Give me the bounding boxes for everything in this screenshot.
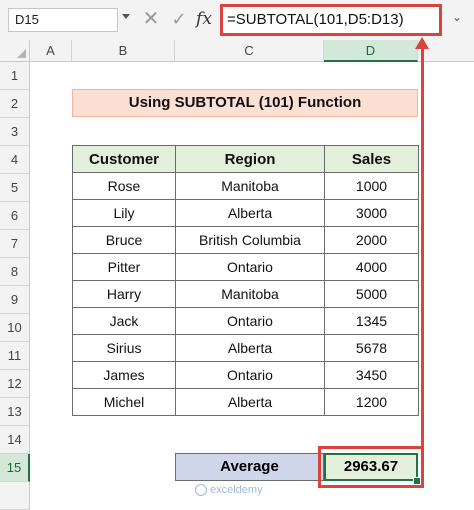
column-header-d[interactable]: D <box>324 40 418 62</box>
select-all-icon <box>17 49 26 58</box>
name-box[interactable]: D15 <box>8 8 118 32</box>
cell-sales[interactable]: 5000 <box>324 280 419 308</box>
table-row: Michel Alberta 1200 <box>72 388 419 416</box>
cell-region[interactable]: Ontario <box>175 253 325 281</box>
header-customer[interactable]: Customer <box>72 145 176 173</box>
cell-sales[interactable]: 3000 <box>324 199 419 227</box>
table-row: Pitter Ontario 4000 <box>72 253 419 281</box>
cell-region[interactable]: Ontario <box>175 307 325 335</box>
cell-region[interactable]: Manitoba <box>175 172 325 200</box>
average-highlight-box <box>318 446 424 488</box>
row-header-3[interactable]: 3 <box>0 118 30 146</box>
cell-sales[interactable]: 1200 <box>324 388 419 416</box>
row-header-5[interactable]: 5 <box>0 174 30 202</box>
cell-region[interactable]: British Columbia <box>175 226 325 254</box>
expand-formula-bar-icon[interactable]: ⌄ <box>452 10 462 24</box>
cell-region[interactable]: Ontario <box>175 361 325 389</box>
cell-customer[interactable]: Lily <box>72 199 176 227</box>
cell-customer[interactable]: Rose <box>72 172 176 200</box>
cell-region[interactable]: Manitoba <box>175 280 325 308</box>
annotation-arrow-line <box>421 40 424 446</box>
formula-bar: D15 ✕ ✓ fx =SUBTOTAL(101,D5:D13) ⌄ <box>0 0 474 41</box>
row-header-10[interactable]: 10 <box>0 314 30 342</box>
table-header-row: Customer Region Sales <box>72 145 419 173</box>
cell-sales[interactable]: 4000 <box>324 253 419 281</box>
header-region[interactable]: Region <box>175 145 325 173</box>
cell-customer[interactable]: Harry <box>72 280 176 308</box>
average-label-cell[interactable]: Average <box>175 453 324 481</box>
row-header-14[interactable]: 14 <box>0 426 30 454</box>
row-header-12[interactable]: 12 <box>0 370 30 398</box>
cell-customer[interactable]: Jack <box>72 307 176 335</box>
column-header-c[interactable]: C <box>175 40 324 62</box>
table-row: Harry Manitoba 5000 <box>72 280 419 308</box>
row-header-16[interactable] <box>0 482 30 510</box>
watermark: exceldemy <box>195 484 263 497</box>
row-header-8[interactable]: 8 <box>0 258 30 286</box>
cell-customer[interactable]: Pitter <box>72 253 176 281</box>
cell-sales[interactable]: 5678 <box>324 334 419 362</box>
row-header-7[interactable]: 7 <box>0 230 30 258</box>
cell-sales[interactable]: 1000 <box>324 172 419 200</box>
cell-sales[interactable]: 3450 <box>324 361 419 389</box>
row-header-4[interactable]: 4 <box>0 146 30 174</box>
fill-handle[interactable] <box>413 477 421 485</box>
table-row: Lily Alberta 3000 <box>72 199 419 227</box>
row-header-15[interactable]: 15 <box>0 454 30 482</box>
watermark-text: exceldemy <box>210 484 263 496</box>
row-header-2[interactable]: 2 <box>0 90 30 118</box>
cell-region[interactable]: Alberta <box>175 334 325 362</box>
insert-function-icon[interactable]: fx <box>193 7 215 31</box>
enter-check-icon[interactable]: ✓ <box>168 7 190 31</box>
row-header-9[interactable]: 9 <box>0 286 30 314</box>
annotation-arrow-head-icon <box>415 37 429 49</box>
cell-sales[interactable]: 2000 <box>324 226 419 254</box>
cell-region[interactable]: Alberta <box>175 388 325 416</box>
row-header-13[interactable]: 13 <box>0 398 30 426</box>
table-row: Bruce British Columbia 2000 <box>72 226 419 254</box>
cell-customer[interactable]: James <box>72 361 176 389</box>
cell-sales[interactable]: 1345 <box>324 307 419 335</box>
row-header-1[interactable]: 1 <box>0 62 30 90</box>
row-header-11[interactable]: 11 <box>0 342 30 370</box>
header-sales[interactable]: Sales <box>324 145 419 173</box>
table-row: Rose Manitoba 1000 <box>72 172 419 200</box>
formula-input[interactable]: =SUBTOTAL(101,D5:D13) <box>220 4 442 36</box>
sheet-title[interactable]: Using SUBTOTAL (101) Function <box>72 89 418 117</box>
name-box-dropdown-icon[interactable] <box>122 14 130 19</box>
cancel-icon[interactable]: ✕ <box>140 7 162 31</box>
cell-customer[interactable]: Bruce <box>72 226 176 254</box>
cell-region[interactable]: Alberta <box>175 199 325 227</box>
table-row: Jack Ontario 1345 <box>72 307 419 335</box>
watermark-logo-icon <box>195 484 207 497</box>
table-row: James Ontario 3450 <box>72 361 419 389</box>
table-row: Sirius Alberta 5678 <box>72 334 419 362</box>
cell-customer[interactable]: Michel <box>72 388 176 416</box>
column-header-b[interactable]: B <box>72 40 175 62</box>
sales-table: Customer Region Sales Rose Manitoba 1000… <box>72 145 419 416</box>
row-header-6[interactable]: 6 <box>0 202 30 230</box>
cell-customer[interactable]: Sirius <box>72 334 176 362</box>
column-header-a[interactable]: A <box>30 40 72 62</box>
